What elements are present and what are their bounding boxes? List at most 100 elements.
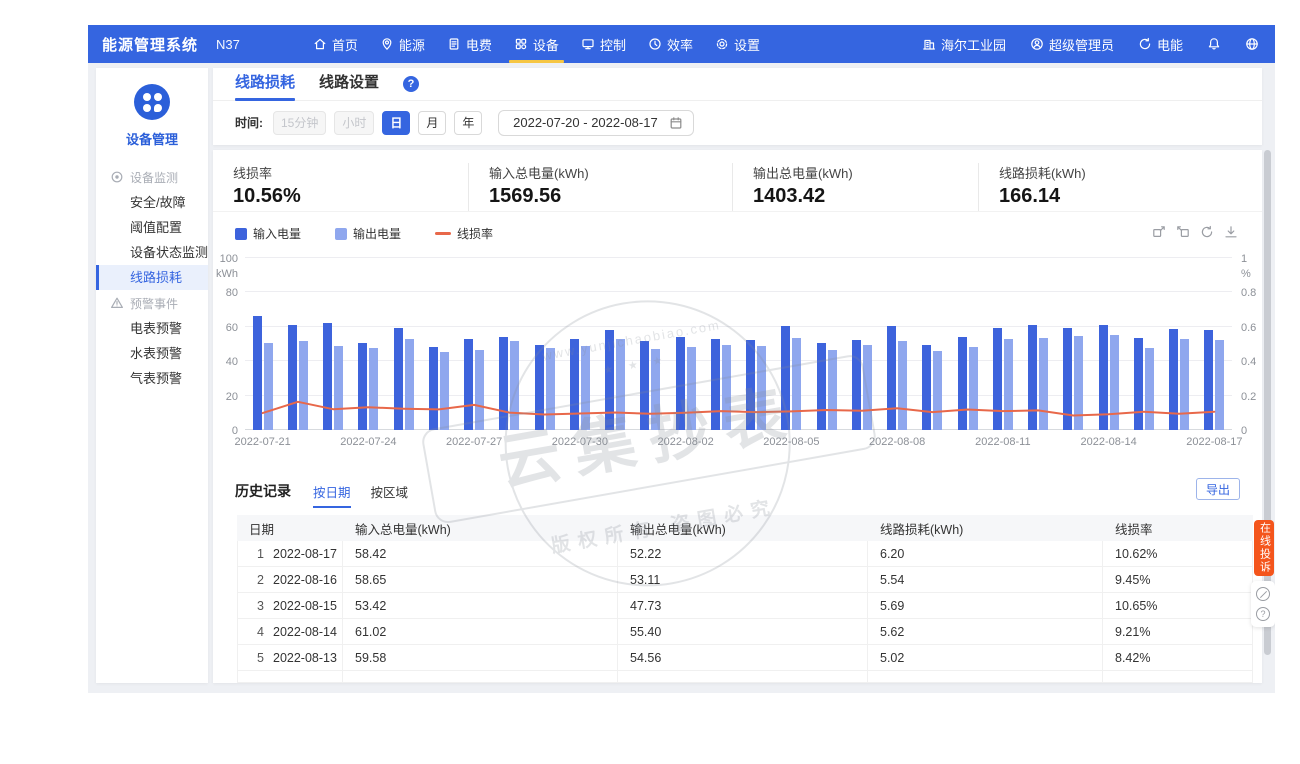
granularity-button-月[interactable]: 月: [418, 111, 446, 135]
cell-input: 59.58: [343, 645, 618, 670]
y-axis-tick-right: 0.2: [1241, 391, 1256, 403]
date-range-picker[interactable]: 2022-07-20 - 2022-08-17: [498, 110, 694, 136]
bill-icon: [447, 37, 461, 51]
x-axis-label: 2022-07-27: [446, 436, 502, 448]
sidebar-item-线路损耗[interactable]: 线路损耗: [96, 265, 208, 290]
cell-loss: 6.20: [868, 541, 1103, 566]
online-complaint-button[interactable]: 在线投诉: [1254, 520, 1274, 576]
sidebar-item-水表预警[interactable]: 水表预警: [96, 341, 208, 366]
nav-right-label: 超级管理员: [1049, 35, 1114, 54]
cell-input: 58.65: [343, 567, 618, 592]
nav-right-海尔工业园[interactable]: 海尔工业园: [920, 35, 1008, 54]
cell-date: 3 2022-08-15: [237, 593, 343, 618]
nav-right-label: 海尔工业园: [941, 35, 1006, 54]
nav-right-电能[interactable]: 电能: [1136, 35, 1185, 54]
cell-rate: 8.42%: [1103, 645, 1253, 670]
table-row[interactable]: 42022-08-1461.0255.405.629.21%: [237, 619, 1253, 645]
cell-input: 53.42: [343, 593, 618, 618]
link-icon[interactable]: [1256, 587, 1270, 601]
legend-输出电量[interactable]: 输出电量: [335, 225, 401, 242]
empty-cell: [618, 671, 868, 683]
nav-menu: 首页 能源电费设备控制 效率设置: [302, 25, 771, 63]
time-filter-label: 时间:: [235, 114, 263, 131]
zoom-restore-icon[interactable]: [1176, 225, 1190, 239]
device-icon: [514, 37, 528, 51]
top-navbar: 能源管理系统 N37 首页能源电费设备控制效率设置 海尔工业园超级管理员电能: [88, 25, 1275, 63]
nav-item-能源[interactable]: 能源: [369, 25, 436, 63]
chart-refresh-icon[interactable]: [1200, 225, 1214, 239]
table-row[interactable]: 32022-08-1553.4247.735.6910.65%: [237, 593, 1253, 619]
help-circle-icon[interactable]: ?: [1256, 607, 1270, 621]
granularity-button-日[interactable]: 日: [382, 111, 410, 135]
stat-输出总电量(kWh): 输出总电量(kWh)1403.42: [732, 163, 978, 211]
x-axis-label: 2022-07-24: [340, 436, 396, 448]
cell-output: 52.22: [618, 541, 868, 566]
nav-item-电费[interactable]: 电费: [436, 25, 503, 63]
nav-item-效率[interactable]: 效率: [637, 25, 704, 63]
warning-icon: [110, 296, 124, 310]
nav-item-设置[interactable]: 设置: [704, 25, 771, 63]
table-row[interactable]: 22022-08-1658.6553.115.549.45%: [237, 567, 1253, 593]
app-code: N37: [216, 37, 240, 52]
row-index: 1: [250, 547, 264, 561]
globe-button[interactable]: [1243, 37, 1261, 51]
page-scrollbar-thumb[interactable]: [1264, 150, 1271, 655]
table-row[interactable]: 12022-08-1758.4252.226.2010.62%: [237, 541, 1253, 567]
legend-输入电量[interactable]: 输入电量: [235, 225, 301, 242]
sidebar-item-电表预警[interactable]: 电表预警: [96, 316, 208, 341]
sidebar-section-设备监测[interactable]: 设备监测: [96, 164, 208, 190]
legend-线损率[interactable]: 线损率: [435, 225, 493, 242]
time-granularity-buttons: 15分钟小时日月年: [273, 111, 482, 135]
table-row-partial: [237, 671, 1253, 683]
nav-item-控制[interactable]: 控制: [570, 25, 637, 63]
sidebar-section-label: 设备监测: [130, 169, 178, 186]
nav-item-label: 效率: [667, 35, 693, 54]
sidebar-title: 设备管理: [96, 129, 208, 148]
tab-线路损耗[interactable]: 线路损耗: [235, 68, 295, 101]
tab-线路设置[interactable]: 线路设置: [319, 68, 379, 101]
calendar-icon[interactable]: [669, 116, 683, 130]
row-date: 2022-08-13: [273, 651, 337, 665]
table-header-row: 日期输入总电量(kWh)输出总电量(kWh)线路损耗(kWh)线损率: [237, 515, 1253, 541]
sidebar-item-设备状态监测[interactable]: 设备状态监测: [96, 240, 208, 265]
y-axis-tick-right: 0.8: [1241, 287, 1256, 299]
sidebar-section-预警事件[interactable]: 预警事件: [96, 290, 208, 316]
row-index: 5: [250, 651, 264, 665]
nav-right-超级管理员[interactable]: 超级管理员: [1028, 35, 1116, 54]
nav-item-设备[interactable]: 设备: [503, 25, 570, 63]
cell-rate: 10.62%: [1103, 541, 1253, 566]
cell-output: 55.40: [618, 619, 868, 644]
main-card: 线损率10.56%输入总电量(kWh)1569.56输出总电量(kWh)1403…: [213, 150, 1262, 683]
nav-item-label: 能源: [399, 35, 425, 54]
sidebar-item-阈值配置[interactable]: 阈值配置: [96, 215, 208, 240]
sidebar-item-安全/故障[interactable]: 安全/故障: [96, 190, 208, 215]
calendar-icon[interactable]: [669, 116, 683, 130]
column-header-线损率: 线损率: [1103, 515, 1253, 541]
stat-value: 166.14: [999, 185, 1262, 208]
download-icon[interactable]: [1224, 225, 1238, 239]
row-date: 2022-08-15: [273, 599, 337, 613]
cell-rate: 9.21%: [1103, 619, 1253, 644]
efficiency-clock-icon: [648, 37, 662, 51]
granularity-button-年[interactable]: 年: [454, 111, 482, 135]
cell-date: 12022-08-17: [237, 541, 343, 566]
header-card: 线路损耗线路设置? 时间: 15分钟小时日月年 2022-07-20 - 202…: [213, 68, 1262, 145]
nav-item-label: 首页: [332, 35, 358, 54]
data-zoom-icon[interactable]: [1152, 225, 1166, 239]
sidebar-item-气表预警[interactable]: 气表预警: [96, 366, 208, 391]
export-button[interactable]: 导出: [1196, 478, 1240, 500]
stat-label: 线路损耗(kWh): [999, 163, 1262, 182]
help-icon[interactable]: ?: [403, 76, 419, 92]
bell-button[interactable]: [1205, 37, 1223, 51]
nav-item-首页[interactable]: 首页: [302, 25, 369, 63]
cell-loss: 5.69: [868, 593, 1103, 618]
settings-gear-icon: [715, 37, 729, 51]
row-index: 3: [250, 599, 264, 613]
row-index: 2: [250, 573, 264, 587]
history-tab-按区域[interactable]: 按区域: [371, 482, 409, 508]
history-tab-按日期[interactable]: 按日期: [313, 482, 351, 508]
row-date: 2022-08-14: [273, 625, 337, 639]
user-icon: [1030, 37, 1044, 51]
table-row[interactable]: 52022-08-1359.5854.565.028.42%: [237, 645, 1253, 671]
legend-line-swatch: [435, 232, 451, 235]
